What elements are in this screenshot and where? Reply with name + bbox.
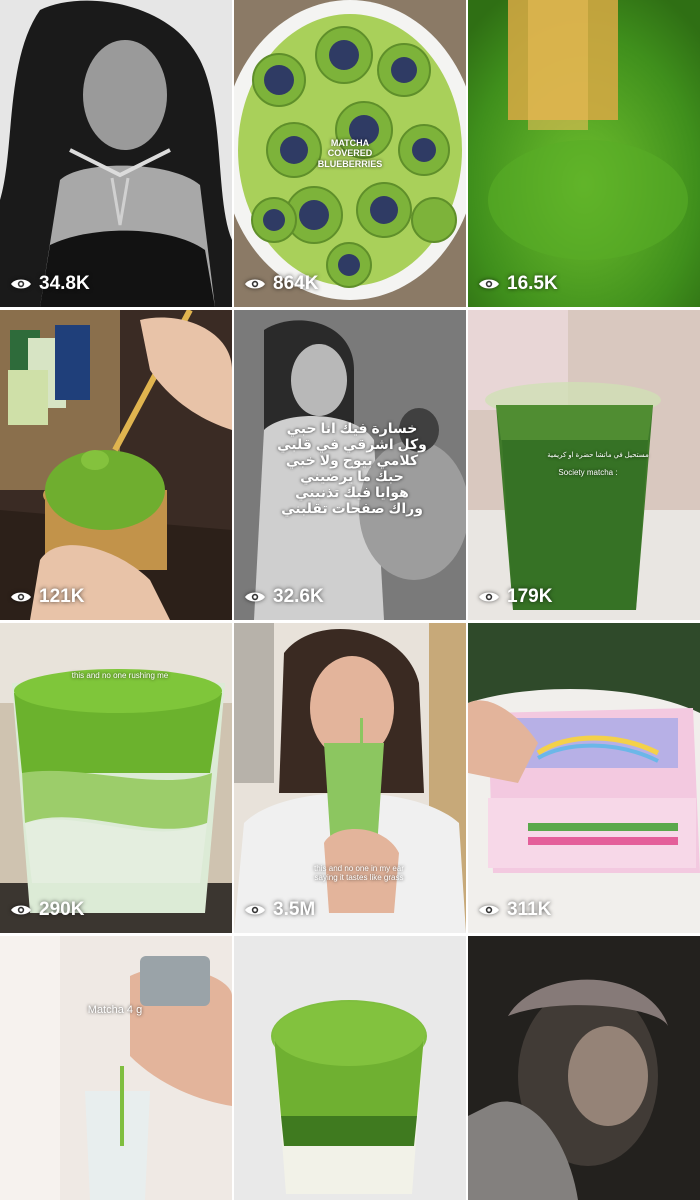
view-count: 32.6K [244,586,324,608]
thumbnail-image [468,310,700,620]
video-thumbnail-10[interactable]: Matcha 4 g [0,936,232,1200]
overlay-caption: this and no one in my ear saying it tast… [314,864,404,883]
thumbnail-image [234,623,466,933]
eye-icon [10,590,32,604]
eye-icon [244,903,266,917]
video-thumbnail-8[interactable]: this and no one in my ear saying it tast… [234,623,466,933]
overlay-caption: خسارة فيك انا حبي وكل اشرقي في قلبي كلام… [277,420,427,517]
eye-icon [478,903,500,917]
eye-icon [478,590,500,604]
video-thumbnail-5[interactable]: خسارة فيك انا حبي وكل اشرقي في قلبي كلام… [234,310,466,620]
eye-icon [10,277,32,291]
overlay-caption: Matcha 4 g [87,1004,143,1016]
view-count: 34.8K [10,273,90,295]
thumbnail-image [468,936,700,1200]
view-count: 3.5M [244,899,315,921]
eye-icon [10,903,32,917]
thumbnail-image [0,310,232,620]
eye-icon [244,277,266,291]
view-count-value: 34.8K [39,273,90,294]
thumbnail-image [234,936,466,1200]
overlay-caption: مستحيل في ماتشا حضرة او كريمية [547,452,649,459]
view-count: 290K [10,899,84,921]
video-thumbnail-3[interactable]: 16.5K [468,0,700,307]
video-thumbnail-11[interactable] [234,936,466,1200]
view-count: 864K [244,273,318,295]
view-count-value: 16.5K [507,273,558,294]
thumbnail-image [468,623,700,933]
video-thumbnail-2[interactable]: MATCHA COVERED BLUEBERRIES 864K [234,0,466,307]
thumbnail-image [0,623,232,933]
view-count-value: 179K [507,586,553,607]
eye-icon [244,590,266,604]
view-count: 311K [478,899,551,921]
video-thumbnail-9[interactable]: 311K [468,623,700,933]
thumbnail-image [0,936,232,1200]
view-count-value: 864K [273,273,319,294]
overlay-caption: MATCHA COVERED BLUEBERRIES [317,138,383,169]
view-count: 179K [478,586,552,608]
video-thumbnail-7[interactable]: this and no one rushing me 290K [0,623,232,933]
view-count-value: 311K [507,899,552,920]
view-count-value: 121K [39,586,85,607]
view-count: 121K [10,586,84,608]
video-thumbnail-6[interactable]: مستحيل في ماتشا حضرة او كريمية Society m… [468,310,700,620]
thumbnail-image [0,0,232,307]
view-count: 16.5K [478,273,558,295]
video-thumbnail-4[interactable]: 121K [0,310,232,620]
view-count-value: 3.5M [273,899,316,920]
video-thumbnail-1[interactable]: 34.8K [0,0,232,307]
thumbnail-image [468,0,700,307]
video-thumbnail-12[interactable] [468,936,700,1200]
overlay-caption-secondary: Society matcha : [558,468,618,477]
view-count-value: 290K [39,899,85,920]
view-count-value: 32.6K [273,586,324,607]
overlay-caption: this and no one rushing me [71,671,169,680]
video-grid: 34.8K MATCHA COVERED BLUEBERRIES 864K 16… [0,0,700,1200]
eye-icon [478,277,500,291]
